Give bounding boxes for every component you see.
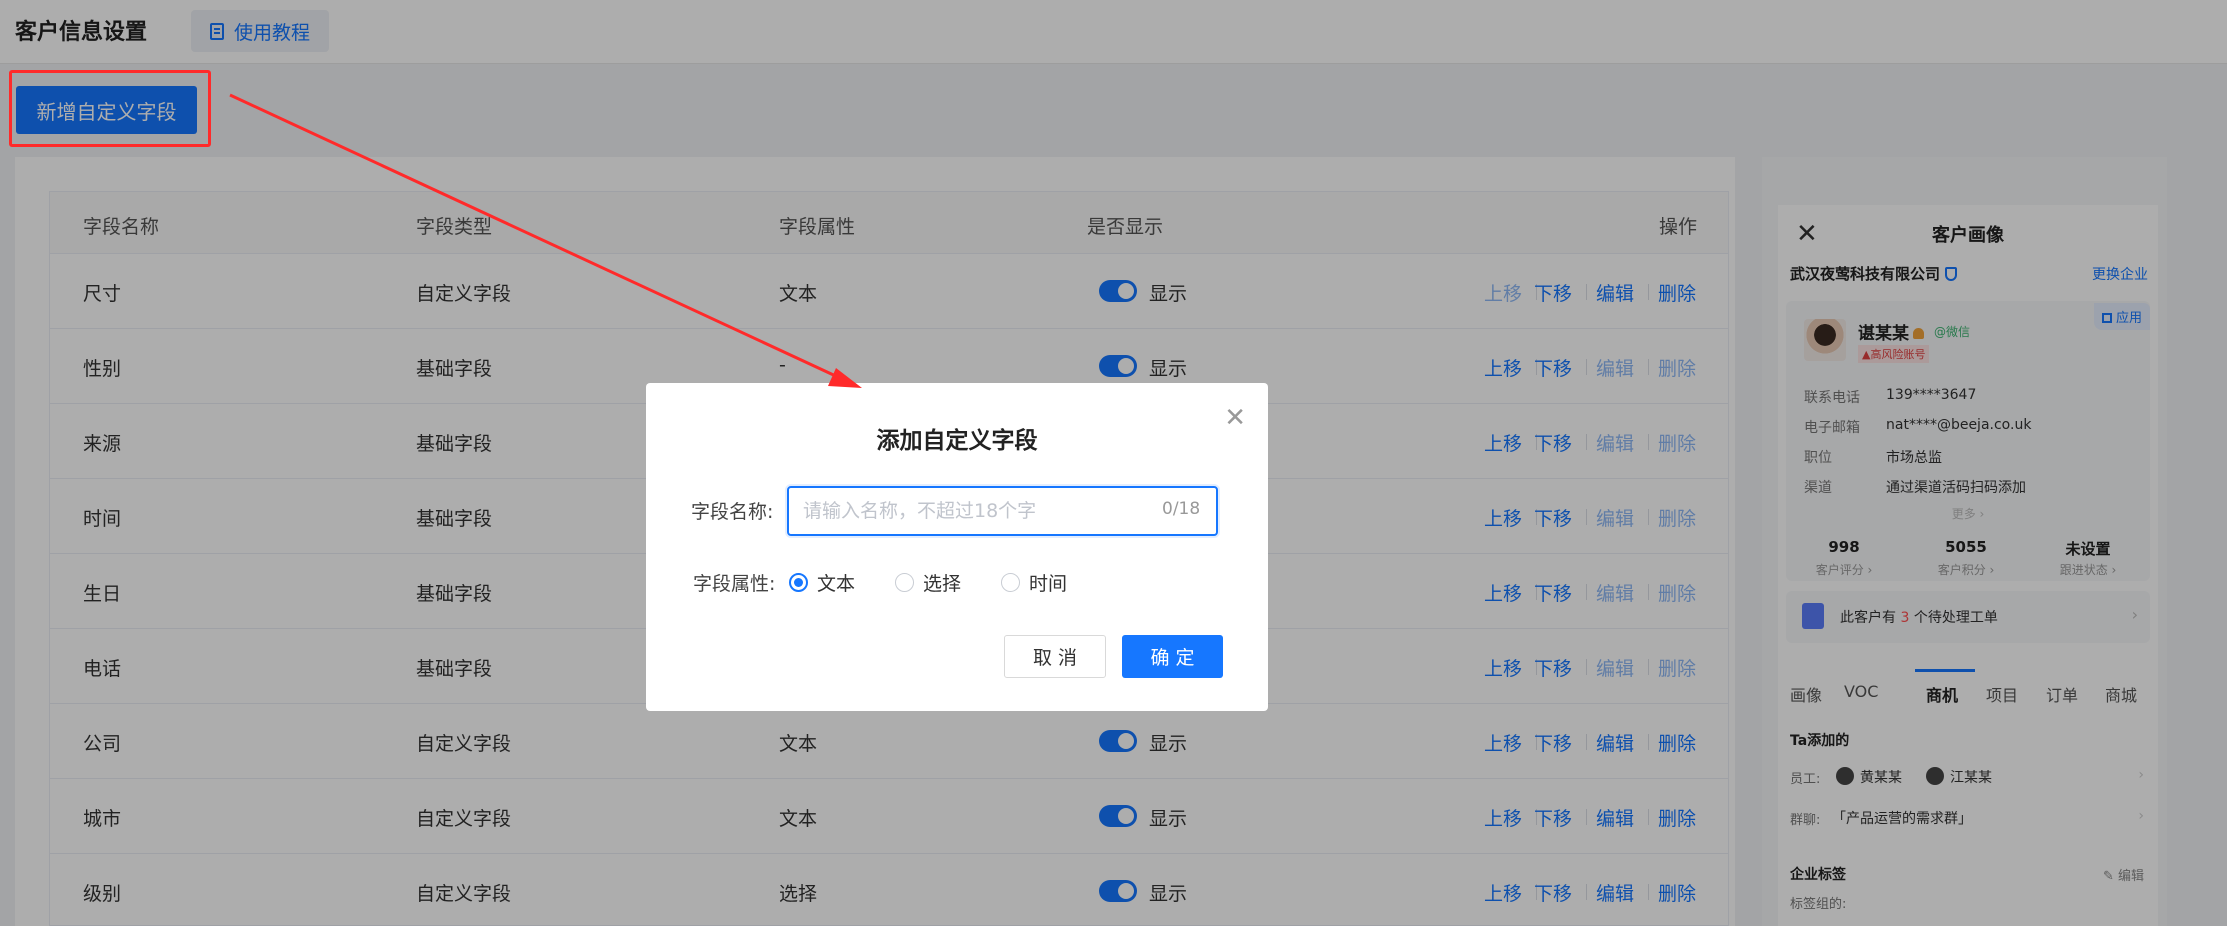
add-field-dialog: 添加自定义字段 ✕ 字段名称: 0/18 字段属性: 文本 选择 时间 取 消 … (646, 383, 1268, 711)
confirm-button[interactable]: 确 定 (1122, 635, 1223, 678)
field-name-label: 字段名称: (691, 501, 774, 523)
close-icon[interactable]: ✕ (1224, 405, 1246, 431)
field-attr-label: 字段属性: (693, 573, 776, 595)
radio-dot (1001, 573, 1020, 592)
cancel-button[interactable]: 取 消 (1004, 635, 1106, 678)
field-name-input[interactable] (787, 486, 1218, 536)
radio-dot (789, 573, 808, 592)
radio-text[interactable]: 文本 (789, 569, 855, 596)
dialog-title: 添加自定义字段 (876, 428, 1038, 454)
radio-text-label: 文本 (817, 573, 856, 595)
char-counter: 0/18 (1162, 499, 1201, 519)
annotation-highlight-box (9, 70, 211, 147)
radio-dot (895, 573, 914, 592)
radio-select[interactable]: 选择 (895, 569, 961, 596)
radio-time[interactable]: 时间 (1001, 569, 1067, 596)
radio-select-label: 选择 (923, 573, 962, 595)
radio-time-label: 时间 (1029, 573, 1068, 595)
